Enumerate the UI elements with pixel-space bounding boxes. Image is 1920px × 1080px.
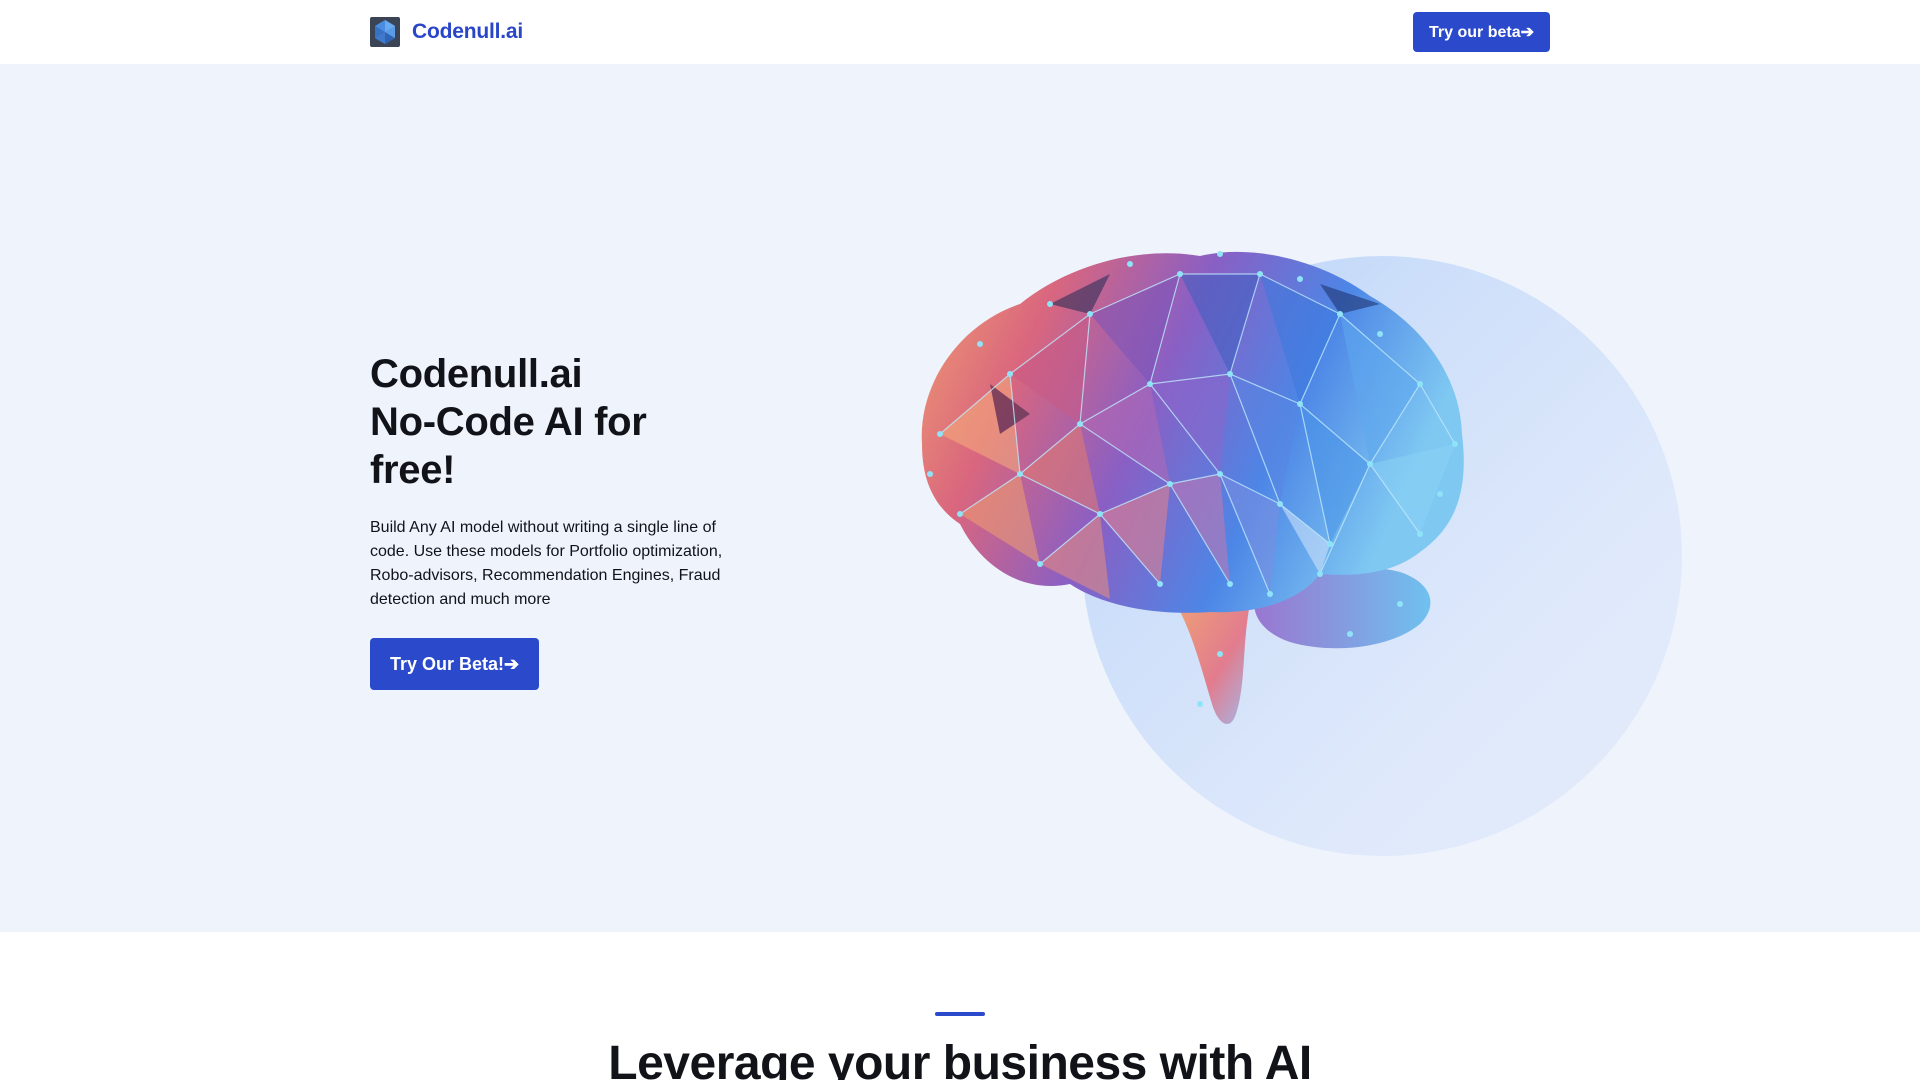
hero-title: Codenull.ai No-Code AI for free! [370, 350, 750, 494]
features-section: Leverage your business with AI [0, 932, 1920, 1080]
brand-home-link[interactable]: Codenull.ai [370, 17, 523, 47]
brand-name: Codenull.ai [412, 20, 523, 43]
hexagon-logo-icon [370, 17, 400, 47]
hero-illustration [900, 184, 1700, 864]
hero-text-block: Codenull.ai No-Code AI for free! Build A… [370, 350, 750, 690]
hero-title-line: Codenull.ai [370, 352, 583, 396]
try-beta-hero-button[interactable]: Try Our Beta!➔ [370, 638, 540, 690]
low-poly-brain-illustration [921, 251, 1464, 725]
top-navbar: Codenull.ai Try our beta➔ [0, 0, 1920, 64]
section-accent-bar [935, 1012, 985, 1016]
hero-title-line: free! [370, 448, 456, 492]
hero-title-line: No-Code AI for [370, 400, 647, 444]
try-beta-nav-button[interactable]: Try our beta➔ [1413, 12, 1550, 52]
section-title: Leverage your business with AI [608, 1037, 1312, 1080]
navbar-container: Codenull.ai Try our beta➔ [370, 0, 1550, 64]
hero-description: Build Any AI model without writing a sin… [370, 519, 723, 608]
hero-section: Codenull.ai No-Code AI for free! Build A… [0, 64, 1920, 932]
